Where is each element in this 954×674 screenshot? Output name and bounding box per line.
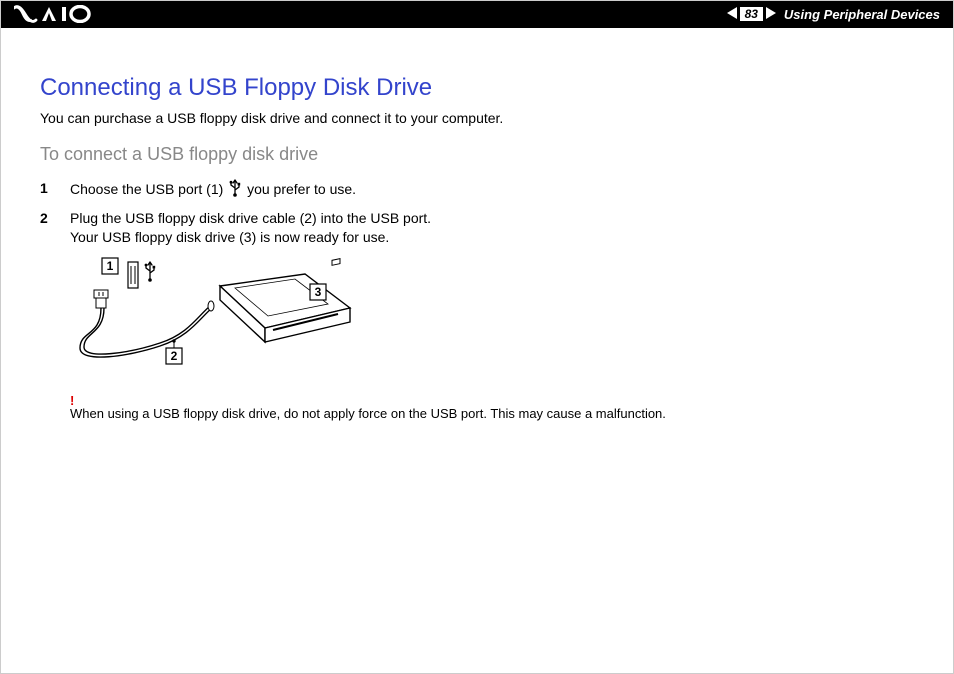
subtitle: To connect a USB floppy disk drive [40,144,914,165]
header-right: 83 Using Peripheral Devices [727,7,940,22]
warning-block: ! When using a USB floppy disk drive, do… [70,393,914,421]
step-body: Plug the USB floppy disk drive cable (2)… [70,209,914,248]
step-2: 2 Plug the USB floppy disk drive cable (… [40,209,914,248]
steps-list: 1 Choose the USB port (1) you prefer to … [40,179,914,248]
page-number: 83 [740,7,763,21]
header-bar: 83 Using Peripheral Devices [0,0,954,28]
page-title: Connecting a USB Floppy Disk Drive [40,74,914,102]
step-text-before: Choose the USB port (1) [70,181,227,197]
prev-page-arrow-icon[interactable] [727,7,737,22]
warning-text: When using a USB floppy disk drive, do n… [70,406,666,421]
connection-diagram: 1 [70,256,914,381]
page-content: Connecting a USB Floppy Disk Drive You c… [0,28,954,421]
callout-3: 3 [315,285,322,299]
vaio-logo [14,5,94,23]
intro-text: You can purchase a USB floppy disk drive… [40,110,914,126]
callout-2: 2 [171,349,178,363]
callout-1: 1 [107,259,114,273]
step-number: 1 [40,179,70,203]
step-number: 2 [40,209,70,248]
usb-icon [229,179,241,203]
step-text-after: you prefer to use. [243,181,356,197]
step-line2: Your USB floppy disk drive (3) is now re… [70,229,389,245]
section-title: Using Peripheral Devices [784,7,940,22]
next-page-arrow-icon[interactable] [766,7,776,22]
page-nav: 83 [727,7,776,22]
step-body: Choose the USB port (1) you prefer to us… [70,179,914,203]
step-1: 1 Choose the USB port (1) you prefer to … [40,179,914,203]
step-line1: Plug the USB floppy disk drive cable (2)… [70,210,431,226]
